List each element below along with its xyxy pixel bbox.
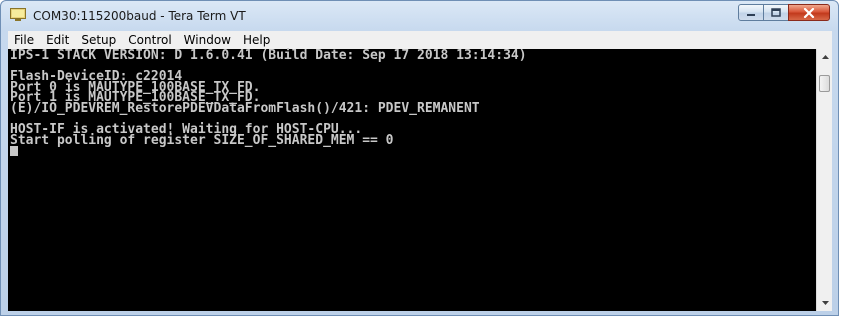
menu-window[interactable]: Window xyxy=(178,31,237,49)
terminal-line: IPS-1 STACK VERSION: D 1.6.0.41 (Build D… xyxy=(10,48,527,63)
menu-bar: File Edit Setup Control Window Help xyxy=(8,31,832,49)
scroll-down-arrow-icon xyxy=(821,301,829,305)
maximize-icon xyxy=(771,8,781,17)
terminal-line: (E)/IO_PDEVREM_RestorePDEVDataFromFlash(… xyxy=(10,100,480,116)
window-controls xyxy=(738,4,830,21)
scroll-down-button[interactable] xyxy=(817,295,833,311)
menu-control[interactable]: Control xyxy=(122,31,177,49)
menu-setup[interactable]: Setup xyxy=(75,31,122,49)
scroll-up-button[interactable] xyxy=(817,49,833,65)
window-title: COM30:115200baud - Tera Term VT xyxy=(33,9,246,23)
text-cursor xyxy=(10,146,18,157)
close-icon xyxy=(803,7,815,18)
terminal-client-area: IPS-1 STACK VERSION: D 1.6.0.41 (Build D… xyxy=(8,49,832,311)
title-bar[interactable]: COM30:115200baud - Tera Term VT xyxy=(1,1,838,31)
menu-edit[interactable]: Edit xyxy=(40,31,75,49)
teraterm-window: COM30:115200baud - Tera Term VT File Edi… xyxy=(0,0,839,316)
terminal-screen[interactable]: IPS-1 STACK VERSION: D 1.6.0.41 (Build D… xyxy=(8,49,816,311)
cursor-line xyxy=(10,146,816,157)
terminal-line: Start polling of register SIZE_OF_SHARED… xyxy=(10,132,394,148)
teraterm-app-icon xyxy=(10,8,26,21)
maximize-button[interactable] xyxy=(763,4,789,21)
scrollbar-thumb[interactable] xyxy=(819,75,830,92)
vertical-scrollbar[interactable] xyxy=(816,49,832,311)
scroll-up-arrow-icon xyxy=(821,55,829,59)
minimize-button[interactable] xyxy=(738,4,764,21)
menu-help[interactable]: Help xyxy=(237,31,276,49)
close-button[interactable] xyxy=(788,4,830,21)
menu-file[interactable]: File xyxy=(8,31,40,49)
minimize-icon xyxy=(747,13,755,16)
